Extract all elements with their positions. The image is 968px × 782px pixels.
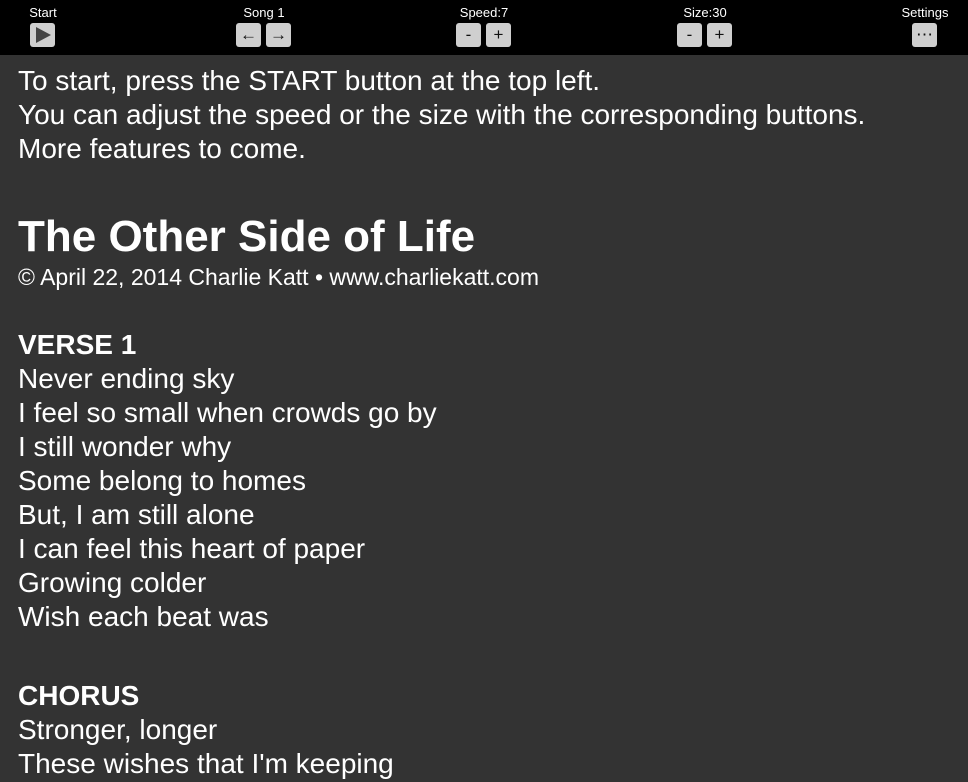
chorus-section: CHORUS Stronger, longer These wishes tha… [18,679,958,781]
settings-button[interactable]: ⋯ [912,23,937,47]
lyric-line: Wish each beat was [18,601,269,632]
lyric-line: I feel so small when crowds go by [18,397,437,428]
song-copyright: © April 22, 2014 Charlie Katt • www.char… [18,264,540,290]
start-button[interactable] [30,23,55,47]
speed-label: Speed:7 [459,5,509,20]
more-dots-icon: ⋯ [916,25,933,44]
lyric-line: These wishes that I'm keeping [18,748,394,779]
section-title: VERSE 1 [18,329,137,360]
size-group: Size:30 - + [667,0,743,55]
prev-song-button[interactable]: ← [236,23,261,47]
start-group: Start [20,0,66,55]
arrow-right-icon: → [270,25,287,44]
lyric-line: Never ending sky [18,363,235,394]
song-title: The Other Side of Life [18,212,476,261]
lyrics-content: To start, press the START button at the … [18,64,958,781]
plus-icon: + [714,25,725,44]
intro-line: You can adjust the speed or the size wit… [18,99,866,130]
lyric-line: But, I am still alone [18,499,255,530]
play-icon [35,27,51,43]
speed-increase-button[interactable]: + [486,23,511,47]
speed-decrease-button[interactable]: - [456,23,481,47]
intro-line: More features to come. [18,133,306,164]
intro-line: To start, press the START button at the … [18,65,601,96]
arrow-left-icon: ← [240,25,257,44]
lyric-line: I still wonder why [18,431,232,462]
size-label: Size:30 [683,5,727,20]
settings-group: Settings ⋯ [897,0,953,55]
minus-icon: - [686,25,693,44]
lyric-line: Some belong to homes [18,465,306,496]
lyric-line: I can feel this heart of paper [18,533,366,564]
lyric-line: Stronger, longer [18,714,218,745]
song-group: Song 1 ← → [226,0,302,55]
size-decrease-button[interactable]: - [677,23,702,47]
intro-text: To start, press the START button at the … [18,64,958,166]
minus-icon: - [465,25,472,44]
plus-icon: + [493,25,504,44]
next-song-button[interactable]: → [266,23,291,47]
toolbar: Start Song 1 ← → Speed:7 - + Size:30 - +… [0,0,968,55]
speed-group: Speed:7 - + [446,0,522,55]
lyric-line: Growing colder [18,567,207,598]
section-title: CHORUS [18,680,140,711]
verse-1-section: VERSE 1 Never ending sky I feel so small… [18,328,958,634]
size-increase-button[interactable]: + [707,23,732,47]
start-label: Start [29,5,57,20]
song-label: Song 1 [243,5,285,20]
settings-label: Settings [901,5,949,20]
